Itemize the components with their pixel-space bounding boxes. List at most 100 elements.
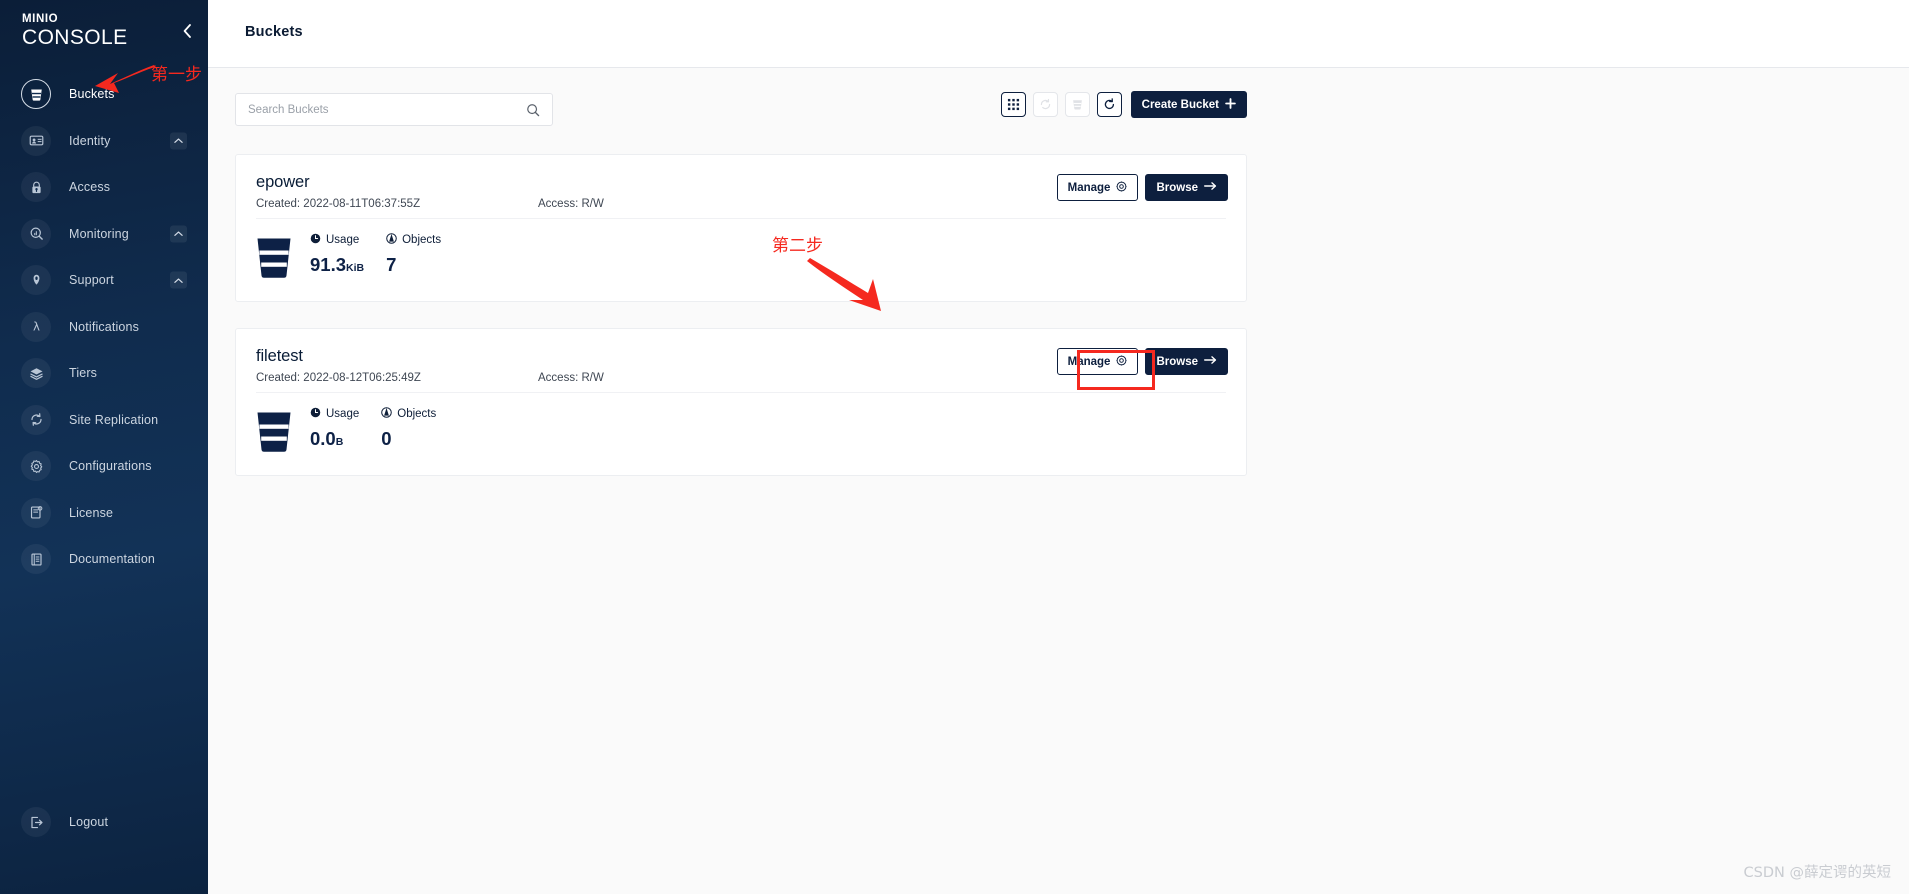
main-content: Create Bucket epower	[208, 68, 1909, 894]
gear-icon	[1116, 354, 1127, 369]
support-hands-icon	[21, 265, 51, 295]
browse-button[interactable]: Browse	[1145, 174, 1228, 201]
svg-text:λ: λ	[33, 320, 40, 334]
search-icon[interactable]	[526, 103, 552, 117]
manage-button[interactable]: Manage	[1056, 348, 1139, 375]
sidebar-item-documentation[interactable]: Documentation	[0, 543, 208, 575]
reload-icon[interactable]	[1096, 92, 1122, 117]
identity-card-icon	[21, 125, 51, 156]
bucket-icon	[21, 79, 51, 109]
sidebar-item-logout[interactable]: Logout	[0, 806, 208, 838]
chevron-up-icon[interactable]	[170, 225, 187, 242]
arrow-right-icon	[1204, 181, 1217, 194]
usage-label: Usage	[326, 408, 360, 420]
sidebar-item-label: Configurations	[69, 459, 152, 473]
usage-stat: Usage 0.0B	[310, 407, 359, 450]
objects-label: Objects	[397, 408, 437, 420]
plus-icon	[1225, 97, 1236, 112]
csdn-watermark: CSDN @薛定谔的英短	[1743, 865, 1891, 881]
manage-button[interactable]: Manage	[1056, 174, 1139, 201]
sidebar-item-label: Documentation	[69, 552, 156, 566]
refresh-sync-icon	[1032, 92, 1058, 117]
sidebar-item-label: Notifications	[69, 319, 140, 334]
sidebar-logout-area: Logout	[0, 806, 208, 838]
sidebar-item-support[interactable]: Support	[0, 264, 208, 296]
gear-icon	[1116, 180, 1127, 195]
book-icon	[21, 544, 51, 574]
objects-stat-label-row: Objects	[381, 407, 436, 421]
bucket-glyph-icon	[256, 407, 292, 458]
replication-icon	[21, 404, 51, 435]
bucket-card[interactable]: epower Created: 2022-08-11T06:37:55Z Acc…	[235, 154, 1247, 302]
sidebar-item-buckets[interactable]: Buckets	[0, 78, 208, 110]
manage-label: Manage	[1067, 181, 1111, 194]
sidebar-item-configurations[interactable]: Configurations	[0, 450, 208, 482]
objects-value: 7	[386, 254, 397, 275]
usage-unit: B	[335, 436, 344, 448]
sidebar: MINIO CONSOLE Buckets Identity Access Mo…	[0, 0, 208, 894]
bucket-created: Created: 2022-08-12T06:25:49Z	[256, 372, 421, 384]
logo-console-text: CONSOLE	[22, 26, 128, 49]
card-divider	[256, 218, 1226, 219]
sidebar-item-label: Site Replication	[69, 412, 159, 427]
toolbar-actions: Create Bucket	[1000, 91, 1247, 118]
logout-icon	[21, 807, 51, 837]
minio-console-app: MINIO CONSOLE Buckets Identity Access Mo…	[0, 0, 1909, 894]
manage-label: Manage	[1067, 355, 1111, 368]
bucket-stats: Usage 0.0B Objects 0	[256, 407, 458, 458]
bucket-list: epower Created: 2022-08-11T06:37:55Z Acc…	[235, 154, 1247, 502]
chevron-up-icon[interactable]	[170, 271, 187, 289]
usage-value-row: 0.0B	[310, 428, 359, 450]
bucket-access: Access: R/W	[538, 198, 604, 210]
objects-label: Objects	[402, 234, 442, 246]
bucket-glyph-icon	[256, 233, 292, 284]
lock-icon	[21, 172, 51, 202]
usage-value: 91.3	[310, 254, 347, 275]
usage-stat-label-row: Usage	[310, 407, 359, 421]
bucket-card-header: epower Created: 2022-08-11T06:37:55Z Acc…	[236, 155, 1246, 218]
browse-label: Browse	[1156, 181, 1198, 194]
objects-value: 0	[381, 428, 392, 449]
clock-icon	[310, 233, 321, 247]
gear-icon	[21, 451, 51, 481]
bucket-card-actions: Manage Browse	[1056, 348, 1228, 375]
usage-stat-label-row: Usage	[310, 233, 364, 247]
sidebar-item-access[interactable]: Access	[0, 171, 208, 203]
sidebar-item-monitoring[interactable]: Monitoring	[0, 218, 208, 250]
sidebar-item-label: License	[69, 505, 114, 520]
card-divider	[256, 392, 1226, 393]
objects-stat: Objects 0	[381, 407, 436, 450]
bucket-access: Access: R/W	[538, 372, 604, 384]
chevron-up-icon[interactable]	[170, 132, 187, 149]
usage-value-row: 91.3KiB	[310, 254, 364, 276]
certificate-icon	[21, 497, 51, 528]
usage-unit: KiB	[346, 262, 365, 274]
create-bucket-button[interactable]: Create Bucket	[1130, 91, 1247, 118]
objects-stat-label-row: Objects	[386, 233, 441, 247]
top-header-bar: Buckets	[208, 0, 1909, 68]
bucket-card[interactable]: filetest Created: 2022-08-12T06:25:49Z A…	[235, 328, 1247, 476]
browse-button[interactable]: Browse	[1145, 348, 1228, 375]
sidebar-item-label: Monitoring	[69, 226, 129, 241]
objects-stat: Objects 7	[386, 233, 441, 276]
search-input[interactable]	[236, 94, 526, 125]
bucket-card-actions: Manage Browse	[1056, 174, 1228, 201]
sidebar-item-license[interactable]: License	[0, 497, 208, 529]
logo-minio-text: MINIO	[22, 13, 59, 25]
sidebar-item-notifications[interactable]: λ Notifications	[0, 311, 208, 343]
usage-label: Usage	[326, 234, 360, 246]
create-bucket-label: Create Bucket	[1141, 98, 1219, 111]
bucket-stats: Usage 91.3KiB Objects 7	[256, 233, 463, 284]
delete-bucket-icon	[1064, 92, 1090, 117]
sidebar-item-tiers[interactable]: Tiers	[0, 357, 208, 389]
layers-icon	[21, 358, 51, 388]
page-title: Buckets	[245, 24, 303, 40]
sidebar-item-site-replication[interactable]: Site Replication	[0, 404, 208, 436]
lambda-icon: λ	[21, 311, 51, 342]
sidebar-item-label: Support	[69, 273, 114, 287]
magnifier-chart-icon	[21, 218, 51, 249]
chevron-left-icon[interactable]	[183, 24, 192, 41]
grid-view-icon[interactable]	[1000, 92, 1026, 117]
sidebar-item-identity[interactable]: Identity	[0, 125, 208, 157]
search-buckets-box[interactable]	[235, 93, 553, 126]
